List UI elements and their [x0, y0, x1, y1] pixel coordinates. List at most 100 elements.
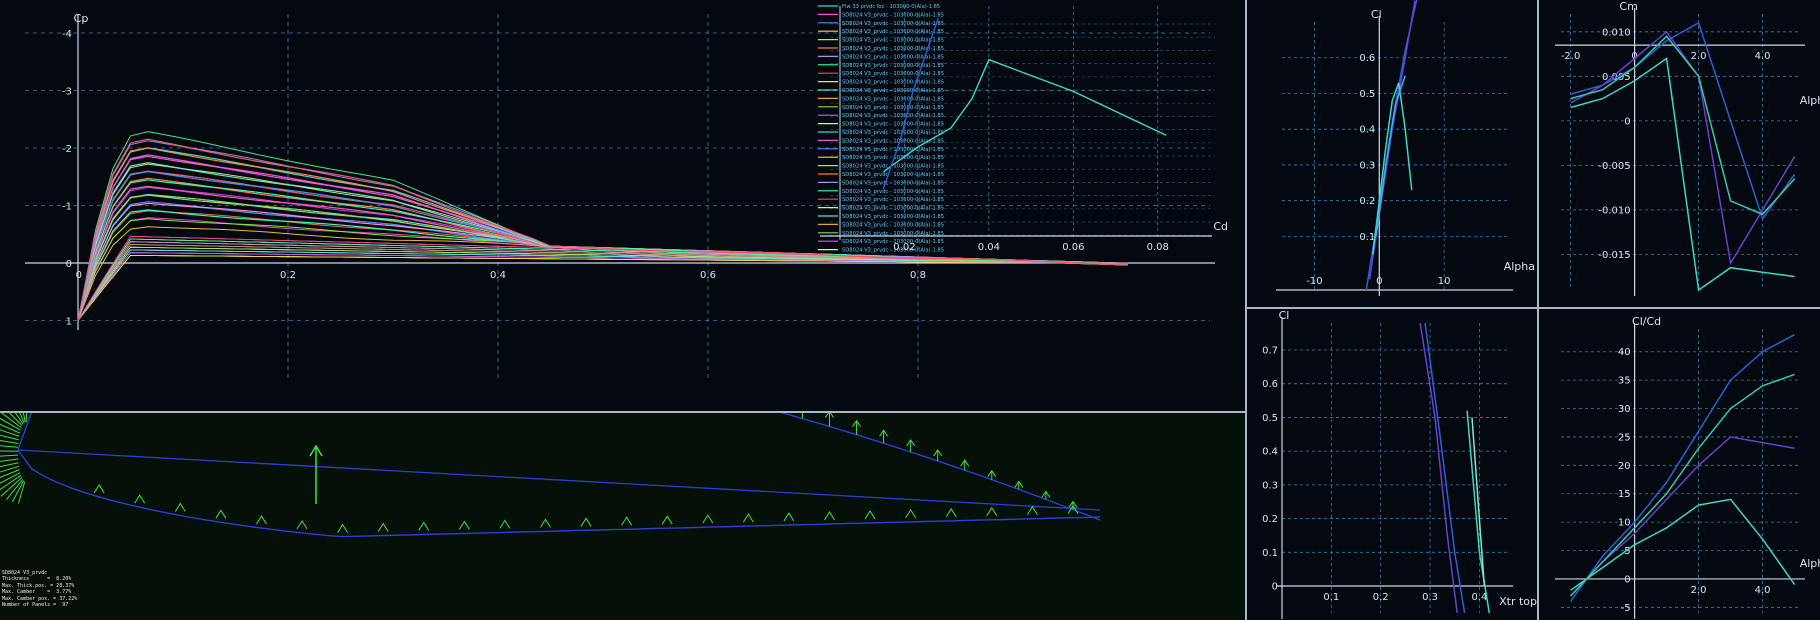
cl-cd-alpha-svg: 2.04.0-50510152025303540Cl/CdAlpha	[1555, 315, 1820, 619]
panel-divider	[1537, 0, 1539, 620]
xflr5-workspace: { "colors":{"axis":"#c9d7e6","grid":"#2f…	[0, 0, 1820, 620]
y-tick-label: 0.6	[1262, 379, 1278, 390]
pressure-arrow	[0, 450, 19, 452]
cl-alpha-svg: -100100.10.20.30.40.50.6ClAlpha	[1276, 0, 1535, 296]
y-axis-label: Cp	[74, 12, 89, 25]
pressure-arrow-head	[621, 516, 633, 526]
x-axis-label: Cd	[1213, 220, 1228, 233]
polar-series-line	[1368, 0, 1416, 280]
x-tick-label: 0.4	[490, 270, 506, 281]
y-tick-label: 0	[66, 259, 72, 270]
pressure-arrow-head	[296, 519, 308, 530]
pressure-arrow-head	[945, 507, 957, 518]
x-tick-label: 0.2	[1373, 592, 1389, 603]
polar-series-line	[1419, 322, 1458, 614]
foil-info-box: SD8024 V3_prvdc Thickness = 8.20% Max. Thi…	[2, 570, 77, 608]
pressure-arrow-head	[134, 494, 146, 504]
y-tick-label: 0	[1272, 582, 1278, 593]
pressure-arrow-head	[215, 509, 227, 519]
x-tick-label: 0.04	[978, 242, 1000, 253]
pressure-arrow-head	[377, 522, 389, 532]
x-tick-label: 4.0	[1755, 51, 1771, 62]
y-axis-label: Cl	[1279, 309, 1290, 322]
cl-cd-alpha-graph[interactable]: 2.04.0-50510152025303540Cl/CdAlpha	[1539, 309, 1820, 620]
x-tick-label: -10	[1306, 276, 1322, 287]
y-tick-label: 0.4	[1262, 447, 1278, 458]
cl-cd-polar-graph[interactable]: 0.02 0.04 0.06 0.08 Cd	[780, 0, 1245, 262]
y-tick-label: 0.3	[1359, 160, 1375, 171]
foil-info-line: Thickness = 8.20%	[2, 576, 72, 583]
x-tick-label: 0.3	[1422, 592, 1438, 603]
x-axis-label: Alpha	[1800, 94, 1820, 107]
pressure-arrow-head	[93, 484, 105, 494]
polar-series-line	[1372, 82, 1413, 255]
x-tick-label: 0.1	[1323, 592, 1339, 603]
y-tick-label: -2	[62, 144, 72, 155]
pressure-arrow	[0, 429, 20, 437]
cl-xtr-graph[interactable]: 0.1 0.2 0.3 0.4 0 0.1 0.2 0.3 0.4 0.5 0.6 0.7 Cl Xtr …	[1247, 309, 1537, 620]
panel-divider	[1247, 307, 1820, 309]
pressure-arrow-head	[864, 510, 876, 520]
pressure-arrow-head	[418, 521, 430, 531]
cp-curve-lower	[77, 254, 1129, 321]
pressure-arrow-head	[783, 512, 795, 522]
x-axis-label: Xtr top	[1499, 595, 1537, 608]
foil-lower-surface	[17, 449, 1101, 538]
panel-divider	[0, 411, 1245, 413]
polar-series-line	[1424, 322, 1466, 614]
x-tick-label: 0.06	[1062, 242, 1084, 253]
polar-series-line	[1570, 35, 1796, 216]
x-tick-label: 4.0	[1755, 585, 1771, 596]
x-tick-label: -2.0	[1561, 51, 1581, 62]
panel-divider	[1245, 0, 1247, 620]
y-tick-label: 0.2	[1359, 196, 1375, 207]
pressure-arrow	[0, 454, 19, 457]
x-origin-label: 0	[76, 270, 82, 281]
y-tick-label: 0.010	[1602, 27, 1631, 38]
y-tick-label: 0.1	[1359, 232, 1375, 243]
y-tick-label: -3	[62, 87, 72, 98]
cm-alpha-graph[interactable]: -2.002.04.00.0100.0050-0.005-0.010-0.015…	[1539, 0, 1820, 307]
y-tick-label: 20	[1618, 461, 1631, 472]
y-tick-label: 0.5	[1262, 413, 1278, 424]
y-tick-label: 30	[1618, 404, 1631, 415]
pressure-arrow	[0, 445, 19, 448]
y-axis-label: Cl/Cd	[1632, 315, 1661, 328]
foil-view[interactable]	[0, 412, 1245, 620]
y-tick-label: 0.1	[1262, 548, 1278, 559]
x-tick-label: 0.02	[893, 242, 915, 253]
polar-series-line	[1569, 334, 1795, 603]
polar-series-line	[1471, 417, 1486, 587]
y-tick-label: 15	[1618, 489, 1631, 500]
x-tick-label: 2.0	[1691, 51, 1707, 62]
foil-info-line: Max. Camber = 3.77%	[2, 589, 72, 596]
y-tick-label: 0.5	[1359, 89, 1375, 100]
pressure-arrow	[25, 412, 28, 423]
pressure-arrow-head	[337, 523, 349, 533]
y-tick-label: -0.015	[1598, 250, 1630, 261]
cp-curve-lower	[77, 254, 1129, 321]
y-tick-label: -4	[62, 29, 72, 40]
y-tick-label: 25	[1618, 432, 1631, 443]
cp-curve-lower	[77, 254, 1129, 321]
y-tick-label: -5	[1621, 603, 1631, 614]
pressure-arrow	[0, 439, 19, 444]
y-tick-label: -0.010	[1598, 205, 1630, 216]
cl-alpha-graph[interactable]: -100100.10.20.30.40.50.6ClAlpha	[1247, 0, 1537, 307]
polar-series-line	[1570, 30, 1796, 266]
x-tick-label: 10	[1438, 276, 1451, 287]
pressure-arrow-head	[540, 518, 551, 528]
y-tick-label: 0.6	[1359, 53, 1375, 64]
y-tick-label: 35	[1618, 376, 1631, 387]
pressure-arrow-head	[986, 506, 998, 517]
y-tick-label: 0.4	[1359, 125, 1375, 136]
pressure-arrow-head	[824, 511, 835, 521]
y-tick-label: 0.2	[1262, 514, 1278, 525]
cl-cd-svg: 0.02 0.04 0.06 0.08 Cd	[820, 6, 1228, 253]
x-tick-label: 0.8	[910, 270, 926, 281]
polar-series-line	[1570, 373, 1795, 597]
y-tick-label: -1	[62, 202, 72, 213]
y-tick-label: 0	[1624, 116, 1630, 127]
cp-curve-lower	[77, 254, 1129, 321]
y-tick-label: -0.005	[1598, 161, 1630, 172]
